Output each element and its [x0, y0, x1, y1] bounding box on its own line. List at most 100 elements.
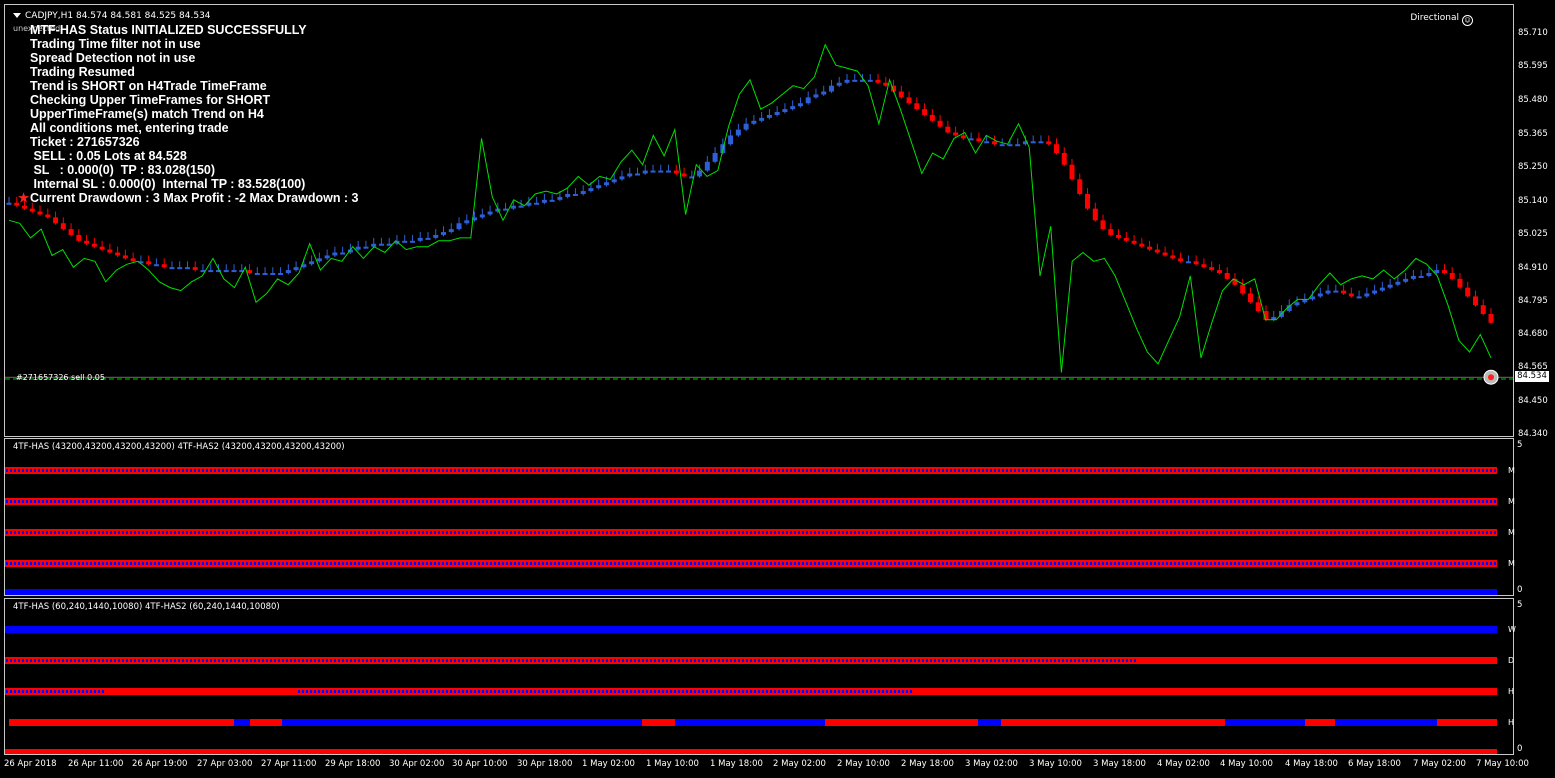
indicator-row-dot	[614, 500, 616, 503]
indicator-row-dot	[798, 659, 800, 662]
indicator-row-dot	[126, 531, 128, 534]
indicator-row-dot	[794, 659, 796, 662]
indicator-row-dot	[194, 659, 196, 662]
indicator-row-dot	[218, 469, 220, 472]
indicator-row-dot	[1170, 500, 1172, 503]
indicator-row-dot	[1206, 531, 1208, 534]
indicator-row-dot	[914, 562, 916, 565]
indicator-row-dot	[1378, 562, 1380, 565]
indicator-row-segment	[5, 749, 1497, 754]
indicator-row-dot	[1278, 500, 1280, 503]
candle-body	[1069, 164, 1075, 180]
indicator-row-dot	[182, 531, 184, 534]
indicator-row-dot	[602, 690, 604, 693]
indicator-row-dot	[566, 531, 568, 534]
indicator-row-dot	[230, 562, 232, 565]
indicator-row-dot	[662, 562, 664, 565]
indicator-row-dot	[882, 500, 884, 503]
indicator-row-dot	[822, 500, 824, 503]
indicator-row-dot	[1198, 531, 1200, 534]
chevron-down-icon[interactable]	[13, 13, 21, 18]
chart-symbol-header[interactable]: CADJPY,H1 84.574 84.581 84.525 84.534	[13, 11, 211, 21]
indicator-row-dot	[554, 562, 556, 565]
indicator-row-dot	[490, 500, 492, 503]
indicator-row-dot	[1070, 469, 1072, 472]
star-icon: ★	[18, 191, 30, 205]
indicator-row-dot	[446, 659, 448, 662]
indicator-row-dot	[450, 531, 452, 534]
indicator-row-dot	[382, 562, 384, 565]
indicator-row-dot	[250, 469, 252, 472]
indicator-row-dot	[622, 659, 624, 662]
indicator-row-dot	[10, 690, 12, 693]
indicator-row-dot	[490, 469, 492, 472]
indicator-row-dot	[646, 562, 648, 565]
indicator-row-dot	[902, 659, 904, 662]
status-line: Trend is SHORT on H4Trade TimeFrame	[30, 79, 267, 93]
indicator-row-dot	[74, 659, 76, 662]
indicator-row-dot	[314, 562, 316, 565]
indicator-row-dot	[306, 562, 308, 565]
indicator-row-dot	[654, 690, 656, 693]
indicator-row-dot	[598, 469, 600, 472]
indicator-row-dot	[878, 659, 880, 662]
indicator-row-dot	[134, 469, 136, 472]
indicator-row-dot	[746, 469, 748, 472]
expert-advisor-label[interactable]: Directional ☺	[1410, 13, 1473, 26]
indicator-row-dot	[1274, 469, 1276, 472]
indicator-row-dot	[1310, 562, 1312, 565]
indicator-row-dot	[34, 469, 36, 472]
indicator-row-dot	[226, 531, 228, 534]
indicator-row-dot	[562, 531, 564, 534]
indicator-row-dot	[698, 531, 700, 534]
indicator-row-dot	[146, 562, 148, 565]
indicator-row-dot	[1034, 500, 1036, 503]
indicator-row-dot	[566, 469, 568, 472]
indicator-row-dot	[246, 469, 248, 472]
indicator-row-dot	[1142, 562, 1144, 565]
indicator-row-dot	[422, 469, 424, 472]
indicator-row-dot	[998, 469, 1000, 472]
indicator-pane-1[interactable]: 4TF-HAS (43200,43200,43200,43200) 4TF-HA…	[4, 438, 1514, 596]
indicator-row-dot	[522, 531, 524, 534]
indicator-pane-2[interactable]: 4TF-HAS (60,240,1440,10080) 4TF-HAS2 (60…	[4, 598, 1514, 755]
indicator-row-dot	[250, 531, 252, 534]
indicator-row-dot	[1190, 469, 1192, 472]
indicator-2-edge-letter: D	[1508, 656, 1515, 665]
indicator-row-dot	[1186, 562, 1188, 565]
indicator-row-dot	[1094, 659, 1096, 662]
price-chart-pane[interactable]: CADJPY,H1 84.574 84.581 84.525 84.534 un…	[4, 4, 1514, 437]
indicator-row-dot	[194, 500, 196, 503]
indicator-row-dot	[794, 690, 796, 693]
indicator-row-segment	[105, 688, 297, 695]
indicator-row-dot	[774, 531, 776, 534]
indicator-row-dot	[262, 469, 264, 472]
indicator-row-dot	[394, 659, 396, 662]
indicator-row-dot	[390, 690, 392, 693]
indicator-row-dot	[1326, 531, 1328, 534]
candle-body	[549, 199, 555, 202]
indicator-row-dot	[254, 659, 256, 662]
indicator-row-dot	[374, 500, 376, 503]
indicator-row-dot	[146, 531, 148, 534]
indicator-row-dot	[782, 562, 784, 565]
indicator-row-dot	[1210, 500, 1212, 503]
indicator-row-dot	[1482, 562, 1484, 565]
indicator-row-dot	[414, 469, 416, 472]
indicator-row-dot	[870, 562, 872, 565]
indicator-row-dot	[798, 500, 800, 503]
price-axis-label: 84.910	[1518, 263, 1548, 273]
candle-body	[192, 267, 198, 271]
indicator-row-dot	[922, 659, 924, 662]
indicator-row-dot	[814, 500, 816, 503]
indicator-row-dot	[122, 531, 124, 534]
indicator-row-dot	[954, 469, 956, 472]
indicator-row-dot	[710, 469, 712, 472]
indicator-row-dot	[970, 500, 972, 503]
indicator-row-dot	[1322, 469, 1324, 472]
indicator-row-dot	[642, 500, 644, 503]
indicator-row-dot	[1082, 469, 1084, 472]
indicator-row-dot	[178, 562, 180, 565]
indicator-row-dot	[210, 469, 212, 472]
indicator-row-dot	[934, 562, 936, 565]
